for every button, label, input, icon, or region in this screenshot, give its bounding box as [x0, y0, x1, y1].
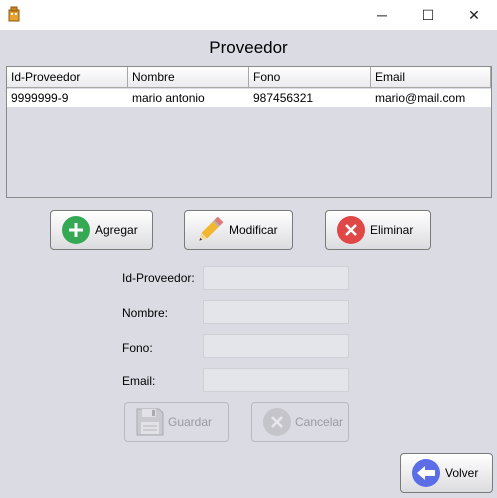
id-proveedor-field[interactable] [203, 266, 349, 290]
agregar-button[interactable]: Agregar [50, 210, 153, 250]
minimize-button[interactable]: ─ [359, 0, 405, 30]
nombre-field[interactable] [203, 300, 349, 324]
cell-nombre[interactable]: mario antonio [128, 89, 249, 107]
email-field[interactable] [203, 368, 349, 392]
email-label: Email: [122, 374, 156, 388]
close-button[interactable]: ✕ [451, 0, 497, 30]
eliminar-label: Eliminar [370, 223, 414, 237]
column-header-nombre[interactable]: Nombre [128, 67, 249, 88]
pencil-icon [199, 216, 224, 241]
fono-field[interactable] [203, 334, 349, 358]
modificar-button[interactable]: Modificar [184, 210, 293, 250]
plus-circle-icon [62, 216, 90, 244]
proveedor-table[interactable]: Id-Proveedor Nombre Fono Email 9999999-9… [6, 66, 492, 198]
column-header-fono[interactable]: Fono [249, 67, 371, 88]
eliminar-button[interactable]: Eliminar [325, 210, 431, 250]
main-panel: Proveedor Id-Proveedor Nombre Fono Email… [0, 30, 497, 498]
table-header: Id-Proveedor Nombre Fono Email [7, 67, 491, 88]
app-icon [8, 6, 20, 22]
volver-button[interactable]: Volver [400, 453, 493, 493]
maximize-button[interactable]: ☐ [405, 0, 451, 30]
cell-id[interactable]: 9999999-9 [7, 89, 128, 107]
table-row[interactable]: 9999999-9 mario antonio 987456321 mario@… [7, 89, 491, 107]
volver-label: Volver [445, 466, 479, 480]
agregar-label: Agregar [95, 223, 138, 237]
guardar-label: Guardar [168, 415, 213, 429]
fono-label: Fono: [122, 341, 153, 355]
cancelar-button[interactable]: Cancelar [251, 402, 349, 442]
column-header-id[interactable]: Id-Proveedor [7, 67, 128, 88]
id-proveedor-label: Id-Proveedor: [122, 271, 195, 285]
window-titlebar: ─ ☐ ✕ [0, 0, 497, 30]
nombre-label: Nombre: [122, 306, 169, 320]
cell-email[interactable]: mario@mail.com [371, 89, 491, 107]
cancel-circle-icon [263, 408, 291, 436]
x-circle-icon [337, 216, 365, 244]
cell-fono[interactable]: 987456321 [249, 89, 371, 107]
guardar-button[interactable]: Guardar [124, 402, 229, 442]
modificar-label: Modificar [229, 223, 278, 237]
page-title: Proveedor [209, 38, 288, 57]
column-header-email[interactable]: Email [371, 67, 491, 88]
arrow-left-icon [412, 459, 440, 487]
cancelar-label: Cancelar [295, 415, 344, 429]
floppy-disk-icon [136, 408, 164, 436]
